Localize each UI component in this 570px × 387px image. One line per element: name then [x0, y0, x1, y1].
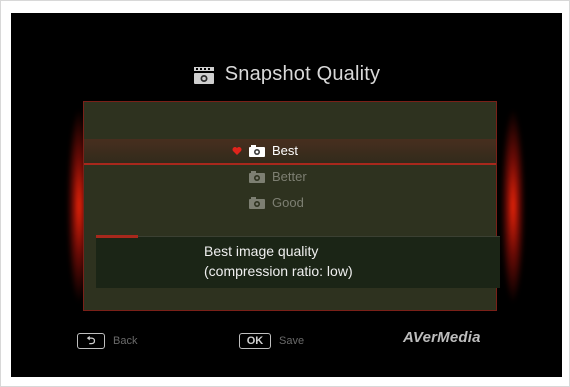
description-box: Best image quality (compression ratio: l… [96, 235, 500, 288]
camera-icon [249, 144, 265, 157]
menu-header: Snapshot Quality [11, 63, 562, 86]
selection-heart-icon [232, 146, 242, 155]
back-label: Back [113, 335, 138, 347]
description-line-2: (compression ratio: low) [204, 263, 353, 279]
option-best[interactable]: Best [84, 139, 496, 165]
description-line-1: Best image quality [204, 243, 319, 259]
option-label: Best [272, 143, 299, 158]
options-panel: Best Better Good Best image quality (com… [83, 101, 500, 311]
brand-logo: AVerMedia [403, 329, 481, 346]
camera-icon [249, 196, 265, 209]
ok-key-icon: OK [239, 333, 271, 349]
save-hint[interactable]: OK Save [239, 331, 304, 351]
option-label: Better [272, 169, 307, 184]
tv-screen: Snapshot Quality Best Better Good Best i… [11, 13, 562, 377]
right-glow-decoration [501, 108, 525, 304]
back-key-glyph: ⮌ [86, 334, 96, 347]
back-hint[interactable]: ⮌ Back [77, 331, 137, 351]
option-label: Good [272, 195, 304, 210]
screenshot-frame: Snapshot Quality Best Better Good Best i… [0, 0, 570, 387]
option-better[interactable]: Better [84, 165, 496, 191]
option-good[interactable]: Good [84, 191, 496, 217]
description-accent-bar [96, 235, 138, 238]
save-label: Save [279, 335, 305, 347]
camera-icon [249, 170, 265, 183]
ok-key-label: OK [246, 335, 264, 347]
page-title: Snapshot Quality [224, 63, 381, 85]
film-camera-icon [193, 66, 214, 84]
back-key-icon: ⮌ [77, 333, 105, 349]
